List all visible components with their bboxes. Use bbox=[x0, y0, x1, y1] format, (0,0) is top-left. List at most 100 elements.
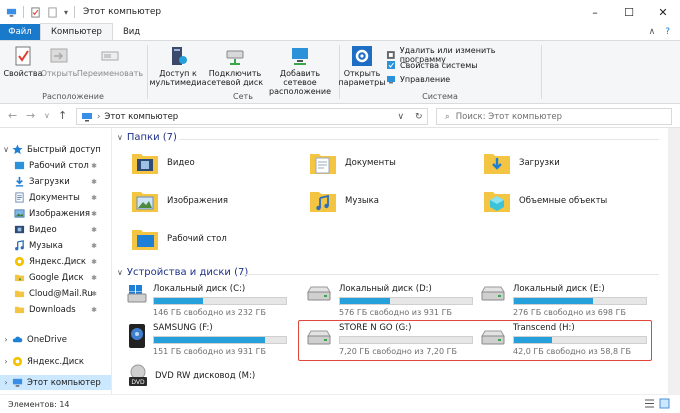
maximize-button[interactable]: ☐ bbox=[612, 0, 646, 24]
sidebar-item-videos[interactable]: Видео ✱ bbox=[0, 222, 111, 237]
group-system: Открыть параметры Удалить или изменить п… bbox=[338, 41, 540, 103]
manage-label: Управление bbox=[400, 74, 451, 84]
expand-chevron-icon[interactable]: ∨ bbox=[0, 145, 12, 154]
expand-chevron-icon[interactable]: › bbox=[0, 357, 12, 366]
up-arrow-icon[interactable]: ↑ bbox=[58, 109, 67, 122]
rename-button[interactable]: Переименовать bbox=[77, 45, 143, 78]
drive-free-space: 151 ГБ свободно из 931 ГБ bbox=[153, 347, 266, 356]
drive-e[interactable]: Локальный диск (E:) 276 ГБ свободно из 6… bbox=[479, 284, 647, 317]
sidebar-item-music[interactable]: Музыка ✱ bbox=[0, 238, 111, 253]
hard-drive-icon bbox=[307, 286, 331, 301]
highlight-frame bbox=[298, 320, 652, 361]
open-settings-button[interactable]: Открыть параметры bbox=[338, 45, 386, 87]
address-dropdown-icon[interactable]: ∨ bbox=[397, 112, 404, 122]
sidebar-item-yandex-disk[interactable]: Яндекс.Диск ✱ bbox=[0, 254, 111, 269]
sidebar-item-label: Этот компьютер bbox=[27, 377, 101, 388]
add-network-location-icon bbox=[292, 48, 308, 65]
folder-videos[interactable]: Видео bbox=[131, 150, 195, 176]
pin-icon[interactable]: ✱ bbox=[91, 210, 97, 218]
large-icons-view-icon[interactable] bbox=[659, 398, 670, 409]
pin-icon[interactable]: ✱ bbox=[91, 306, 97, 314]
sidebar-item-label: OneDrive bbox=[27, 334, 67, 345]
pin-icon[interactable]: ✱ bbox=[91, 274, 97, 282]
help-icon[interactable]: ? bbox=[665, 27, 670, 37]
sidebar-item-downloads-folder[interactable]: Downloads ✱ bbox=[0, 302, 111, 317]
tab-file[interactable]: Файл bbox=[0, 24, 40, 40]
back-arrow-icon[interactable]: ← bbox=[8, 109, 17, 122]
address-bar[interactable]: › Этот компьютер bbox=[76, 108, 428, 125]
expand-chevron-icon[interactable]: › bbox=[0, 335, 12, 344]
folder-pictures[interactable]: Изображения bbox=[131, 188, 228, 214]
drive-f[interactable]: SAMSUNG (F:) 151 ГБ свободно из 931 ГБ bbox=[127, 323, 287, 356]
sidebar-item-google-drive[interactable]: Google Диск ✱ bbox=[0, 270, 111, 285]
search-input[interactable]: ⌕ Поиск: Этот компьютер bbox=[436, 108, 672, 125]
drive-m[interactable]: DVD DVD RW дисковод (M:) bbox=[127, 364, 255, 388]
forward-arrow-icon[interactable]: → bbox=[26, 109, 35, 122]
computer-icon bbox=[12, 378, 23, 387]
tab-computer[interactable]: Компьютер bbox=[40, 23, 113, 40]
drive-free-space: 276 ГБ свободно из 698 ГБ bbox=[513, 308, 626, 317]
group-location: Свойства Открыть Переименовать Расположе… bbox=[0, 41, 146, 103]
devices-section-header[interactable]: ∨ Устройства и диски (7) bbox=[117, 267, 248, 278]
add-location-button[interactable]: Добавить сетевое расположение bbox=[264, 45, 336, 96]
pin-icon[interactable]: ✱ bbox=[91, 258, 97, 266]
folders-section-header[interactable]: ∨ Папки (7) bbox=[117, 132, 177, 143]
quick-access-dropdown-icon[interactable]: ▾ bbox=[64, 8, 68, 17]
sidebar-item-pictures[interactable]: Изображения ✱ bbox=[0, 206, 111, 221]
properties-icon bbox=[15, 46, 31, 66]
drive-d[interactable]: Локальный диск (D:) 576 ГБ свободно из 9… bbox=[305, 284, 473, 317]
media-access-button[interactable]: Доступ к мультимедиа bbox=[149, 45, 207, 87]
star-icon bbox=[12, 144, 23, 155]
properties-button[interactable]: Свойства bbox=[3, 45, 43, 78]
tab-view[interactable]: Вид bbox=[113, 24, 150, 40]
recent-dropdown-icon[interactable]: ∨ bbox=[44, 111, 50, 120]
new-folder-quick-icon[interactable] bbox=[47, 6, 58, 18]
sidebar-item-onedrive[interactable]: › OneDrive bbox=[0, 332, 111, 347]
pin-icon[interactable]: ✱ bbox=[91, 178, 97, 186]
open-button[interactable]: Открыть bbox=[41, 45, 77, 78]
media-access-label: Доступ к мультимедиа bbox=[149, 69, 207, 87]
video-folder-icon bbox=[132, 154, 158, 174]
expand-chevron-icon[interactable]: › bbox=[0, 378, 12, 387]
collapse-chevron-icon[interactable]: ∨ bbox=[117, 268, 123, 277]
folder-desktop[interactable]: Рабочий стол bbox=[131, 226, 227, 252]
close-button[interactable]: ✕ bbox=[646, 0, 680, 24]
drive-name: Локальный диск (D:) bbox=[339, 284, 432, 294]
item-count: Элементов: 14 bbox=[8, 399, 70, 409]
folder-downloads[interactable]: Загрузки bbox=[483, 150, 560, 176]
system-properties-button[interactable]: Свойства системы bbox=[386, 60, 478, 70]
sidebar-item-desktop[interactable]: Рабочий стол ✱ bbox=[0, 158, 111, 173]
properties-quick-icon[interactable] bbox=[30, 6, 41, 18]
map-drive-button[interactable]: Подключить сетевой диск bbox=[206, 45, 264, 87]
sidebar-item-label: Рабочий стол bbox=[29, 160, 89, 171]
sidebar-item-quick-access[interactable]: ∨ Быстрый доступ bbox=[0, 142, 111, 157]
folder-music[interactable]: Музыка bbox=[309, 188, 379, 214]
pin-icon[interactable]: ✱ bbox=[91, 290, 97, 298]
documents-icon bbox=[15, 192, 24, 203]
ribbon: Свойства Открыть Переименовать Расположе… bbox=[0, 40, 680, 104]
folder-3d-objects[interactable]: Объемные объекты bbox=[483, 188, 607, 214]
refresh-icon[interactable]: ↻ bbox=[415, 112, 423, 122]
folder-documents[interactable]: Документы bbox=[309, 150, 396, 176]
folder-icon bbox=[14, 306, 25, 314]
pin-icon[interactable]: ✱ bbox=[91, 162, 97, 170]
pin-icon[interactable]: ✱ bbox=[91, 242, 97, 250]
details-view-icon[interactable] bbox=[644, 398, 655, 409]
ribbon-collapse-icon[interactable]: ∧ bbox=[649, 27, 656, 37]
manage-button[interactable]: Управление bbox=[386, 74, 450, 84]
sidebar-item-cloud-mail[interactable]: Cloud@Mail.Ru ✱ bbox=[0, 286, 111, 301]
drive-usage-fill bbox=[154, 298, 203, 304]
sidebar-item-documents[interactable]: Документы ✱ bbox=[0, 190, 111, 205]
collapse-chevron-icon[interactable]: ∨ bbox=[117, 133, 123, 142]
folder-label: Рабочий стол bbox=[167, 234, 227, 244]
pin-icon[interactable]: ✱ bbox=[91, 226, 97, 234]
sidebar-item-this-pc[interactable]: › Этот компьютер bbox=[0, 375, 111, 390]
pin-icon[interactable]: ✱ bbox=[91, 194, 97, 202]
sidebar-item-downloads[interactable]: Загрузки ✱ bbox=[0, 174, 111, 189]
minimize-button[interactable]: – bbox=[578, 0, 612, 24]
sidebar-item-yandex-disk-root[interactable]: › Яндекс.Диск bbox=[0, 354, 111, 369]
sidebar-item-label: Видео bbox=[29, 224, 57, 235]
navigation-bar: ← → ∨ ↑ › Этот компьютер ∨ ↻ ⌕ Поиск: Эт… bbox=[0, 104, 680, 128]
drive-c[interactable]: Локальный диск (C:) 146 ГБ свободно из 2… bbox=[127, 284, 287, 317]
vertical-scrollbar[interactable] bbox=[668, 128, 680, 394]
